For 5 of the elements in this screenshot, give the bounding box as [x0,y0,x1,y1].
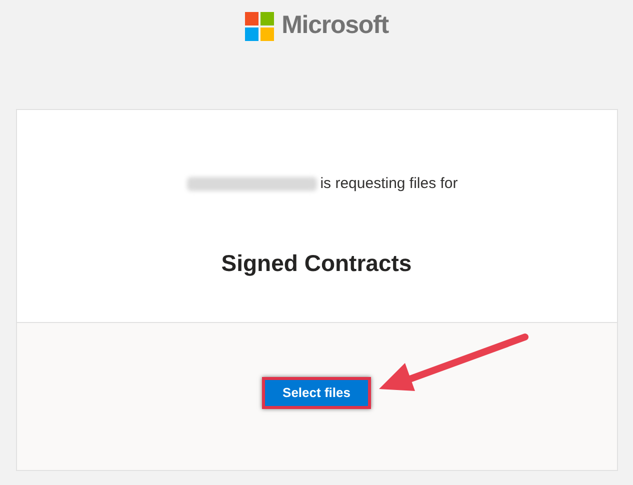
folder-title: Signed Contracts [221,248,412,278]
brand-name: Microsoft [282,10,388,42]
logo-icon [244,12,274,40]
request-text: is requesting files for [320,174,458,194]
select-files-button[interactable]: Select files [262,377,372,409]
